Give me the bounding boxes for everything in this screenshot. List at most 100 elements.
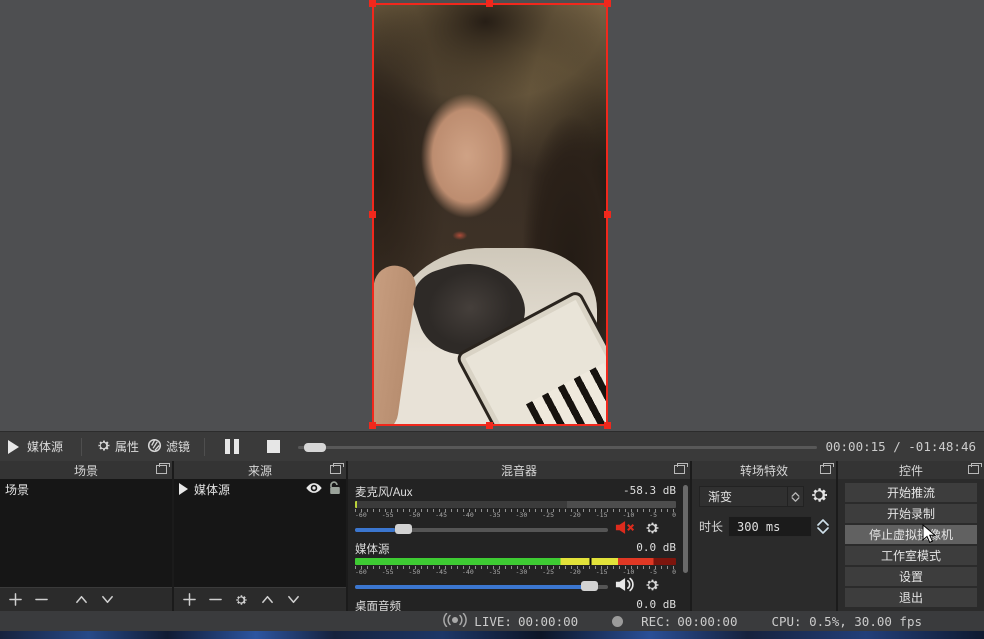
scene-list-item[interactable]: 场景 [0,479,172,499]
settings-button[interactable]: 设置 [845,567,977,586]
remove-source-button[interactable] [204,590,226,610]
selected-source-video[interactable] [372,3,608,426]
video-preview-content [374,5,606,424]
mouse-cursor [922,524,937,550]
move-scene-down-button[interactable] [96,590,118,610]
broadcast-icon [442,613,468,630]
resize-handle-bottom-middle[interactable] [486,422,493,429]
select-spinner-icon[interactable] [787,487,803,506]
preview-canvas[interactable] [0,0,984,431]
scenes-header[interactable]: 场景 [0,461,172,479]
panel-menu-icon[interactable] [968,465,979,474]
mixer-channel-media: 媒体源 0.0 dB -60-55-50-45-40-35-30-25-20-1… [355,541,676,595]
resize-handle-top-right[interactable] [604,0,611,7]
properties-label: 属性 [115,438,139,455]
volume-meter [355,501,676,508]
visibility-eye-icon[interactable] [305,482,323,497]
properties-button[interactable]: 属性 [96,438,139,456]
volume-slider[interactable] [355,580,608,592]
channel-name: 媒体源 [355,541,390,557]
scenes-toolbar [0,587,172,611]
volume-meter [355,558,676,565]
channel-gear-icon[interactable] [644,520,660,539]
scenes-panel: 场景 场景 [0,461,172,611]
audio-mixer-panel: 混音器 麦克风/Aux -58.3 dB -60-55-50-45-40-35-… [348,461,690,611]
mixer-channel-desktop: 桌面音频 0.0 dB [355,598,676,611]
panel-menu-icon[interactable] [156,465,167,474]
source-properties-gear-icon[interactable] [230,590,252,610]
panel-menu-icon[interactable] [330,465,341,474]
studio-mode-button[interactable]: 工作室模式 [845,546,977,565]
add-source-button[interactable] [178,590,200,610]
duration-spinner-icon[interactable] [817,519,829,534]
move-source-up-button[interactable] [256,590,278,610]
live-label: LIVE: [474,614,512,629]
resize-handle-top-left[interactable] [369,0,376,7]
resize-handle-middle-left[interactable] [369,211,376,218]
volume-slider[interactable] [355,523,608,535]
transitions-header[interactable]: 转场特效 [692,461,836,479]
channel-level: 0.0 dB [636,598,676,611]
duration-input[interactable]: 300 ms [728,516,812,537]
exit-button[interactable]: 退出 [845,588,977,607]
volume-slider-handle[interactable] [581,581,598,591]
channel-name: 桌面音频 [355,598,401,611]
controls-header[interactable]: 控件 [838,461,984,479]
stop-virtual-camera-button[interactable]: 停止虚拟摄像机 [845,525,977,544]
duration-label: 时长 [699,518,723,535]
filters-button[interactable]: 滤镜 [147,438,190,456]
sources-title: 来源 [248,462,272,479]
start-streaming-button[interactable]: 开始推流 [845,483,977,502]
channel-gear-icon[interactable] [644,577,660,596]
transition-properties-gear-icon[interactable] [809,485,829,508]
seek-track[interactable] [298,446,817,449]
source-item-label: 媒体源 [194,481,230,498]
move-scene-up-button[interactable] [70,590,92,610]
video-melodica-keys [526,364,606,424]
filter-icon [147,438,162,456]
speaker-icon[interactable] [615,577,637,595]
resize-handle-middle-right[interactable] [604,211,611,218]
source-list-item[interactable]: 媒体源 [174,479,346,499]
volume-slider-handle[interactable] [395,524,412,534]
scene-item-label: 场景 [5,481,29,498]
channel-name: 麦克风/Aux [355,484,413,500]
transitions-body: 渐变 时长 300 ms [692,479,836,611]
media-source-label: 媒体源 [27,438,63,455]
panel-menu-icon[interactable] [674,465,685,474]
scenes-list[interactable]: 场景 [0,479,172,587]
mixer-body: 麦克风/Aux -58.3 dB -60-55-50-45-40-35-30-2… [348,479,690,611]
rec-label: REC: [641,614,671,629]
desktop-wallpaper-strip [0,631,984,639]
bottom-docks: 场景 场景 来源 媒体源 [0,461,984,611]
resize-handle-bottom-left[interactable] [369,422,376,429]
rec-time: 00:00:00 [677,614,737,629]
mixer-header[interactable]: 混音器 [348,461,690,479]
media-seek-bar[interactable] [298,440,817,454]
add-scene-button[interactable] [4,590,26,610]
transition-select[interactable]: 渐变 [699,486,804,507]
stop-button[interactable] [267,440,280,453]
db-scale: -60-55-50-45-40-35-30-25-20-15-10-50 [355,512,676,519]
start-recording-button[interactable]: 开始录制 [845,504,977,523]
channel-level: -58.3 dB [623,484,676,500]
transitions-panel: 转场特效 渐变 时长 300 ms [692,461,836,611]
mixer-scrollbar[interactable] [683,485,688,573]
pause-button[interactable] [225,439,239,454]
status-bar: LIVE: 00:00:00 REC: 00:00:00 CPU: 0.5%, … [0,611,984,631]
sources-list[interactable]: 媒体源 [174,479,346,587]
resize-handle-top-middle[interactable] [486,0,493,7]
transition-value: 渐变 [708,488,732,505]
mixer-channel-mic: 麦克风/Aux -58.3 dB -60-55-50-45-40-35-30-2… [355,484,676,538]
resize-handle-bottom-right[interactable] [604,422,611,429]
panel-menu-icon[interactable] [820,465,831,474]
seek-handle[interactable] [304,443,326,452]
rec-dot-icon [612,616,623,627]
move-source-down-button[interactable] [282,590,304,610]
sources-header[interactable]: 来源 [174,461,346,479]
lock-icon[interactable] [329,481,341,498]
live-time: 00:00:00 [518,614,578,629]
remove-scene-button[interactable] [30,590,52,610]
speaker-muted-icon[interactable] [615,520,637,538]
divider [81,438,82,456]
